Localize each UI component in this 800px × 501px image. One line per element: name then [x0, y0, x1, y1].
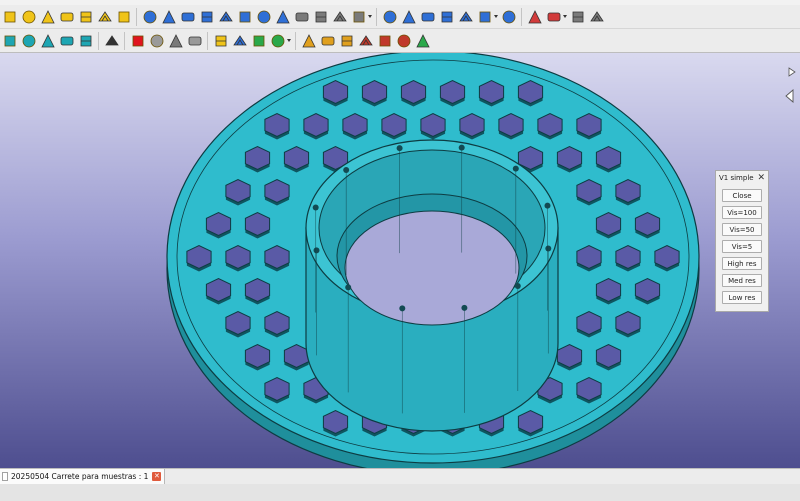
3d-viewport[interactable]: V1 simple ✕ Close Vis=100 Vis=50 Vis=5 H…: [0, 53, 800, 468]
whats-this-icon[interactable]: [104, 33, 120, 49]
toolbar-separator: [295, 31, 296, 50]
sphere-icon[interactable]: [21, 9, 37, 25]
vis-100-button[interactable]: Vis=100: [722, 206, 762, 219]
toolbar-part-workbench: [0, 5, 800, 29]
std-tool-3-icon[interactable]: [339, 33, 355, 49]
toolbar-separator: [376, 7, 377, 26]
std-tool-1-icon[interactable]: [301, 33, 317, 49]
high-res-button[interactable]: High res: [722, 257, 762, 270]
view-right-icon[interactable]: [40, 33, 56, 49]
std-tool-7-icon[interactable]: [415, 33, 431, 49]
compound-icon[interactable]: [546, 9, 562, 25]
dropdown-arrow-icon[interactable]: [368, 9, 373, 25]
toolbar-separator: [136, 7, 137, 26]
execute-macro-icon[interactable]: [187, 33, 203, 49]
cylinder-icon[interactable]: [78, 9, 94, 25]
common-icon[interactable]: [477, 9, 493, 25]
join-icon[interactable]: [501, 9, 517, 25]
link-icon[interactable]: [251, 33, 267, 49]
std-tool-4-icon[interactable]: [358, 33, 374, 49]
split-icon[interactable]: [527, 9, 543, 25]
stop-macro-icon[interactable]: [149, 33, 165, 49]
toolbar-separator: [207, 31, 208, 50]
torus-icon[interactable]: [59, 9, 75, 25]
std-tool-5-icon[interactable]: [377, 33, 393, 49]
view-top-icon[interactable]: [21, 33, 37, 49]
make-face-icon[interactable]: [237, 9, 253, 25]
cut-icon[interactable]: [439, 9, 455, 25]
extrude-icon[interactable]: [142, 9, 158, 25]
vis-5-button[interactable]: Vis=5: [722, 240, 762, 253]
offset-icon[interactable]: [351, 9, 367, 25]
document-icon: [2, 472, 8, 481]
dropdown-arrow-icon[interactable]: [563, 9, 568, 25]
toolbar-separator: [124, 31, 125, 50]
document-tab[interactable]: 20250504 Carrete para muestras : 1 ✕: [0, 469, 166, 484]
primitives-icon[interactable]: [97, 9, 113, 25]
chamfer-icon[interactable]: [218, 9, 234, 25]
toolbar-view-macro: [0, 29, 800, 53]
status-bar: [0, 484, 800, 501]
toolbar-separator: [521, 7, 522, 26]
record-macro-icon[interactable]: [130, 33, 146, 49]
link-actions-icon[interactable]: [270, 33, 286, 49]
macro-panel-title: V1 simple: [719, 174, 754, 182]
part-icon[interactable]: [213, 33, 229, 49]
std-tool-6-icon[interactable]: [396, 33, 412, 49]
ruled-surface-icon[interactable]: [256, 9, 272, 25]
spool-hub: [305, 139, 559, 432]
check-geometry-icon[interactable]: [570, 9, 586, 25]
macros-icon[interactable]: [168, 33, 184, 49]
group-icon[interactable]: [232, 33, 248, 49]
navcube-rotate-right-icon[interactable]: [788, 67, 796, 77]
revolve-icon[interactable]: [161, 9, 177, 25]
section-icon[interactable]: [313, 9, 329, 25]
vis-50-button[interactable]: Vis=50: [722, 223, 762, 236]
shape-builder-icon[interactable]: [116, 9, 132, 25]
defeaturing-icon[interactable]: [589, 9, 605, 25]
view-rear-icon[interactable]: [59, 33, 75, 49]
boolean-icon[interactable]: [420, 9, 436, 25]
mirror-icon[interactable]: [180, 9, 196, 25]
cross-sections-icon[interactable]: [332, 9, 348, 25]
sweep-icon[interactable]: [294, 9, 310, 25]
document-tab-bar: 20250504 Carrete para muestras : 1 ✕: [0, 468, 800, 484]
projection-icon[interactable]: [401, 9, 417, 25]
low-res-button[interactable]: Low res: [722, 291, 762, 304]
close-icon[interactable]: ✕: [757, 173, 765, 183]
med-res-button[interactable]: Med res: [722, 274, 762, 287]
3d-model-spool: [166, 53, 700, 468]
tab-close-icon[interactable]: ✕: [152, 472, 162, 481]
macro-panel-title-bar[interactable]: V1 simple ✕: [716, 171, 768, 185]
toolbar-separator: [98, 31, 99, 50]
fuse-icon[interactable]: [458, 9, 474, 25]
loft-icon[interactable]: [275, 9, 291, 25]
thickness-icon[interactable]: [382, 9, 398, 25]
navcube-rotate-left-icon[interactable]: [784, 89, 794, 103]
document-tab-label: 20250504 Carrete para muestras : 1: [11, 472, 149, 481]
dropdown-arrow-icon[interactable]: [287, 33, 292, 49]
measure-icon[interactable]: [78, 33, 94, 49]
view-front-icon[interactable]: [2, 33, 18, 49]
dropdown-arrow-icon[interactable]: [494, 9, 499, 25]
close-button[interactable]: Close: [722, 189, 762, 202]
macro-panel: V1 simple ✕ Close Vis=100 Vis=50 Vis=5 H…: [715, 170, 769, 312]
cube-icon[interactable]: [2, 9, 18, 25]
std-tool-2-icon[interactable]: [320, 33, 336, 49]
cone-icon[interactable]: [40, 9, 56, 25]
fillet-icon[interactable]: [199, 9, 215, 25]
